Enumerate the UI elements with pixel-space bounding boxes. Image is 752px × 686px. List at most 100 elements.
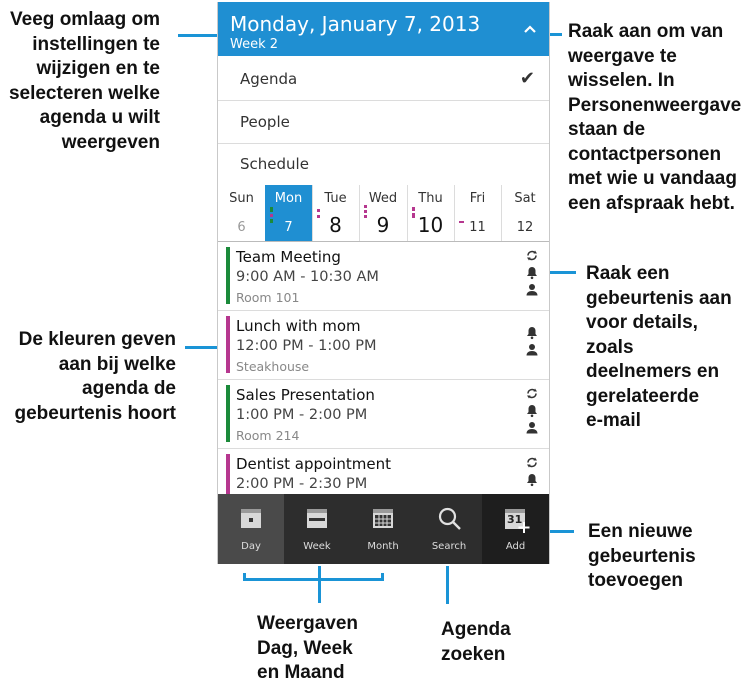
annotation-line: Een nieuwe [588, 521, 693, 542]
day-name: Tue [324, 191, 347, 206]
event-item[interactable]: Team Meeting 9:00 AM - 10:30 AM Room 101 [218, 242, 549, 311]
event-marker [364, 215, 367, 218]
annotation-line: agenda de [82, 378, 176, 399]
annotation-line: deelnemers en [586, 361, 720, 382]
annotation-line: selecteren welke [8, 82, 160, 104]
annotation-line: staan de [568, 119, 646, 140]
annotation-swipe: Veeg omlaag om instellingen te wijzigen … [0, 8, 160, 155]
event-location: Room 101 [236, 290, 300, 305]
day-fri[interactable]: Fri 11 [454, 185, 502, 241]
annotation-line: Dag, Week [257, 637, 353, 659]
event-time: 12:00 PM - 1:00 PM [236, 338, 377, 354]
day-sun[interactable]: Sun 6 [218, 185, 266, 241]
month-view-button[interactable]: Month [350, 494, 416, 564]
event-location: Room 214 [236, 428, 300, 443]
annotation-line: een afspraak hebt. [568, 192, 735, 214]
annotation-line: contactpersonen [568, 143, 722, 165]
day-number: 6 [237, 220, 246, 235]
annotation-line: De kleuren geven [18, 329, 176, 350]
day-mon[interactable]: Mon 7 [265, 185, 313, 241]
annotation-line: en Maand [257, 662, 345, 683]
annotation-line: Veeg omlaag om [10, 9, 160, 30]
annotation-event-details: Raak een gebeurtenis aan voor details, z… [586, 262, 752, 434]
calendar-color-bar [226, 385, 230, 442]
event-icons [525, 325, 541, 359]
chevron-up-icon[interactable] [523, 22, 537, 36]
leader-views-bracket [318, 566, 321, 603]
event-marker [412, 207, 415, 211]
day-tue[interactable]: Tue 8 [312, 185, 360, 241]
month-view-icon [373, 509, 393, 528]
menu-item-label: People [240, 113, 290, 131]
day-view-button[interactable]: Day [218, 494, 284, 564]
event-title: Sales Presentation [236, 386, 375, 404]
bell-icon [527, 405, 537, 418]
person-icon [526, 284, 538, 296]
annotation-line: gerelateerde [586, 385, 700, 407]
person-icon [526, 344, 538, 356]
check-icon: ✔ [519, 68, 535, 89]
event-item[interactable]: Lunch with mom 12:00 PM - 1:00 PM Steakh… [218, 311, 549, 380]
bell-icon [527, 327, 537, 340]
event-icons [525, 248, 541, 299]
event-time: 9:00 AM - 10:30 AM [236, 269, 379, 285]
annotation-new-event: Een nieuwe gebeurtenis toevoegen [588, 520, 752, 594]
annotation-line: zoeken [441, 643, 506, 665]
menu-item-agenda[interactable]: Agenda ✔ [218, 58, 549, 101]
add-icon-number: 31 [507, 513, 523, 526]
event-marker [317, 209, 320, 212]
annotation-search: Agenda zoeken [441, 618, 541, 667]
search-button[interactable]: Search [416, 494, 482, 564]
event-location: Steakhouse [236, 359, 310, 374]
week-view-button[interactable]: Week [284, 494, 350, 564]
annotation-line: Raak aan om van [568, 21, 724, 42]
day-name: Sat [514, 191, 536, 206]
annotation-line: agenda u wilt [39, 107, 160, 128]
annotation-line: toevoegen [588, 570, 684, 591]
event-icons [525, 455, 541, 489]
menu-item-label: Schedule [240, 155, 309, 173]
event-item[interactable]: Sales Presentation 1:00 PM - 2:00 PM Roo… [218, 380, 549, 449]
event-marker [317, 215, 320, 218]
week-day-strip: Sun 6 Mon 7 Tue 8 Wed 9 Thu 10 Fri 11 Sa… [218, 185, 549, 242]
header-week: Week 2 [230, 37, 279, 52]
event-time: 2:00 PM - 2:30 PM [236, 476, 368, 492]
day-sat[interactable]: Sat 12 [501, 185, 549, 241]
day-wed[interactable]: Wed 9 [359, 185, 408, 241]
day-name: Thu [418, 191, 443, 206]
annotation-line: weergeven [61, 131, 160, 153]
add-event-button[interactable]: 31 Add [482, 494, 549, 564]
annotation-line: gebeurtenis aan [586, 287, 732, 309]
annotation-line: Raak een [586, 263, 670, 284]
event-marker [270, 214, 273, 217]
header-date: Monday, January 7, 2013 [230, 12, 481, 36]
annotation-line: Personenweergave [568, 94, 742, 116]
sync-icon [527, 457, 537, 468]
sync-icon [527, 250, 537, 261]
week-view-icon [307, 509, 327, 528]
day-name: Sun [229, 191, 254, 206]
calendar-color-bar [226, 316, 230, 373]
leader-search [446, 566, 449, 604]
event-marker [270, 207, 273, 212]
toolbar-label: Day [241, 541, 261, 552]
day-name: Mon [274, 191, 303, 206]
event-time: 1:00 PM - 2:00 PM [236, 407, 368, 423]
menu-item-schedule[interactable]: Schedule [218, 143, 549, 186]
annotation-colors: De kleuren geven aan bij welke agenda de… [0, 328, 176, 426]
calendar-color-bar [226, 247, 230, 304]
toolbar-label: Search [431, 541, 467, 552]
event-icons [525, 386, 541, 437]
event-marker [364, 205, 367, 208]
annotation-line: aan bij welke [58, 353, 176, 375]
menu-item-people[interactable]: People [218, 101, 549, 144]
toolbar-label: Month [367, 541, 399, 552]
annotation-line: e-mail [586, 410, 641, 431]
day-thu[interactable]: Thu 10 [407, 185, 455, 241]
annotation-line: gebeurtenis [588, 545, 696, 567]
annotation-line: wijzigen en te [36, 58, 160, 79]
bell-icon [527, 474, 537, 487]
event-marker [459, 221, 464, 223]
annotation-line: instellingen te [32, 33, 160, 55]
calendar-header[interactable]: Monday, January 7, 2013 Week 2 [218, 2, 549, 56]
